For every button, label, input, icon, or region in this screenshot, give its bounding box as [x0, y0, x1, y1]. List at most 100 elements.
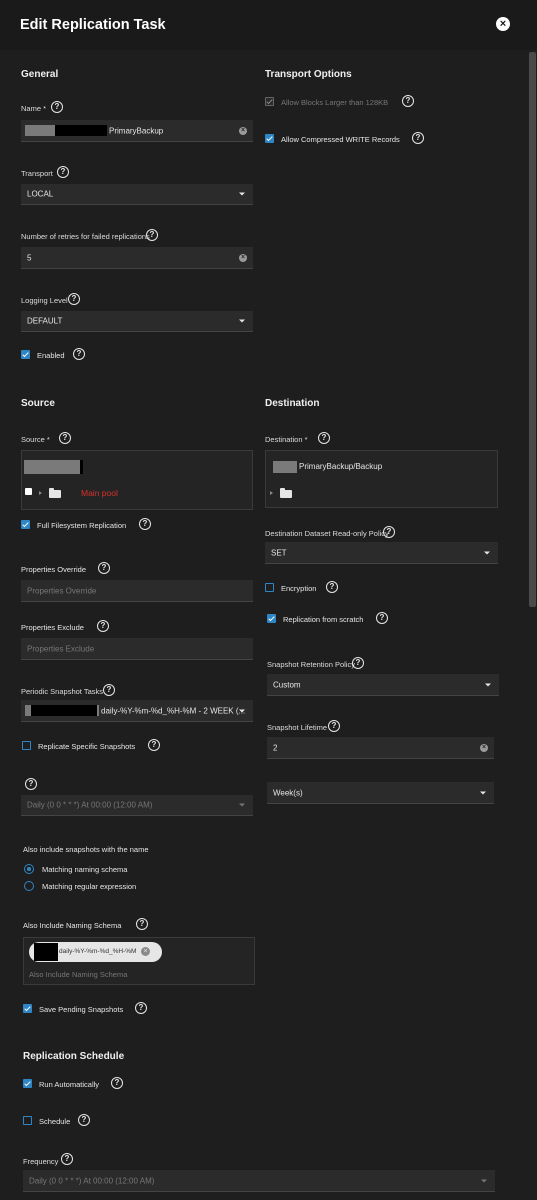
help-icon[interactable]: ?: [326, 581, 338, 593]
transport-options-heading: Transport Options: [265, 69, 352, 80]
chevron-down-icon: [481, 1179, 487, 1182]
save-pending-checkbox[interactable]: [23, 1004, 32, 1013]
run-auto-checkbox[interactable]: [23, 1079, 32, 1088]
replicate-specific-checkbox[interactable]: [22, 741, 31, 750]
close-icon[interactable]: ×: [496, 17, 510, 31]
destination-tree[interactable]: PrimaryBackup/Backup: [265, 450, 498, 508]
transport-select[interactable]: LOCAL: [21, 184, 253, 205]
lifetime-unit-select[interactable]: Week(s): [267, 782, 494, 804]
help-icon[interactable]: ?: [98, 562, 110, 574]
help-icon[interactable]: ?: [61, 1153, 73, 1165]
help-icon[interactable]: ?: [352, 657, 364, 669]
tree-checkbox[interactable]: [25, 488, 32, 495]
naming-schema-label: Also Include Naming Schema: [23, 921, 122, 930]
run-auto-label: Run Automatically: [39, 1080, 100, 1089]
readonly-select[interactable]: SET: [265, 542, 498, 564]
help-icon[interactable]: ?: [148, 739, 160, 751]
periodic-select[interactable]: daily-%Y-%m-%d_%H-%M - 2 WEEK (...: [21, 700, 253, 722]
retries-value: 5: [27, 253, 32, 262]
allow-compressed-checkbox[interactable]: [265, 134, 274, 143]
allow-compressed-label: Allow Compressed WRITE Records: [281, 135, 400, 144]
periodic-value: daily-%Y-%m-%d_%H-%M - 2 WEEK (...: [101, 706, 246, 715]
source-tree[interactable]: [21, 450, 253, 510]
help-icon[interactable]: ?: [59, 432, 71, 444]
destination-value[interactable]: PrimaryBackup/Backup: [299, 462, 382, 471]
radio-naming-schema[interactable]: [24, 864, 34, 874]
expand-icon[interactable]: [270, 491, 273, 495]
clear-icon[interactable]: ×: [239, 253, 247, 262]
help-icon[interactable]: ?: [146, 229, 158, 241]
enabled-checkbox[interactable]: [21, 350, 30, 359]
help-icon[interactable]: ?: [51, 101, 63, 113]
name-value: PrimaryBackup: [109, 126, 164, 135]
clear-icon[interactable]: ×: [239, 126, 247, 135]
schedule-label: Schedule: [39, 1117, 71, 1126]
allow-blocks-checkbox[interactable]: [265, 97, 274, 106]
help-icon[interactable]: ?: [57, 166, 69, 178]
also-include-label: Also include snapshots with the name: [23, 845, 149, 854]
clear-icon[interactable]: ×: [480, 743, 488, 752]
retention-value: Custom: [273, 680, 301, 689]
props-exclude-label: Properties Exclude: [21, 623, 84, 632]
from-scratch-label: Replication from scratch: [283, 615, 364, 624]
help-icon[interactable]: ?: [73, 348, 85, 360]
help-icon[interactable]: ?: [135, 1002, 147, 1014]
full-fs-checkbox[interactable]: [21, 520, 30, 529]
help-icon[interactable]: ?: [25, 778, 37, 790]
remove-chip-icon[interactable]: ×: [141, 947, 150, 956]
from-scratch-checkbox[interactable]: [267, 614, 276, 623]
props-override-input[interactable]: Properties Override: [21, 580, 253, 602]
help-icon[interactable]: ?: [68, 293, 80, 305]
encryption-checkbox[interactable]: [265, 583, 274, 592]
help-icon[interactable]: ?: [318, 432, 330, 444]
retention-select[interactable]: Custom: [267, 674, 499, 696]
chip-value: daily-%Y-%m-%d_%H-%M: [59, 948, 137, 955]
redacted-block: [34, 943, 58, 961]
frequency-select[interactable]: Daily (0 0 * * *) At 00:00 (12:00 AM): [23, 1170, 495, 1192]
help-icon[interactable]: ?: [412, 132, 424, 144]
scrollbar[interactable]: [529, 52, 536, 607]
chevron-down-icon: [484, 551, 490, 554]
chevron-down-icon: [239, 709, 245, 712]
help-icon[interactable]: ?: [402, 95, 414, 107]
schedule-select[interactable]: Daily (0 0 * * *) At 00:00 (12:00 AM): [21, 795, 253, 816]
radio-regex[interactable]: [24, 881, 34, 891]
save-pending-label: Save Pending Snapshots: [39, 1005, 124, 1014]
help-icon[interactable]: ?: [139, 518, 151, 530]
readonly-value: SET: [271, 548, 287, 557]
lifetime-input[interactable]: 2 ×: [267, 737, 494, 759]
folder-icon: [49, 488, 61, 498]
help-icon[interactable]: ?: [111, 1077, 123, 1089]
chevron-down-icon: [480, 791, 486, 794]
naming-chip[interactable]: daily-%Y-%m-%d_%H-%M ×: [29, 942, 162, 962]
help-icon[interactable]: ?: [103, 684, 115, 696]
chevron-down-icon: [239, 319, 245, 323]
tree-node-label[interactable]: Main pool: [81, 488, 118, 498]
props-override-label: Properties Override: [21, 565, 87, 574]
redacted-block: [273, 461, 297, 473]
enabled-label: Enabled: [37, 351, 65, 360]
naming-schema-placeholder: Also Include Naming Schema: [29, 970, 128, 979]
help-icon[interactable]: ?: [97, 620, 109, 632]
help-icon[interactable]: ?: [78, 1114, 90, 1126]
logging-label: Logging Level: [21, 296, 68, 305]
props-exclude-input[interactable]: Properties Exclude: [21, 638, 253, 660]
retries-input[interactable]: 5 ×: [21, 247, 253, 269]
redacted-block: [80, 460, 83, 474]
lifetime-label: Snapshot Lifetime: [267, 723, 328, 732]
props-override-placeholder: Properties Override: [27, 586, 97, 595]
chevron-down-icon: [239, 803, 245, 807]
expand-icon[interactable]: [39, 491, 42, 495]
folder-icon: [280, 488, 292, 498]
destination-heading: Destination: [265, 398, 320, 409]
lifetime-unit-value: Week(s): [273, 788, 303, 797]
props-exclude-placeholder: Properties Exclude: [27, 644, 95, 653]
replication-schedule-heading: Replication Schedule: [23, 1051, 125, 1062]
name-input[interactable]: PrimaryBackup ×: [21, 120, 253, 142]
help-icon[interactable]: ?: [328, 720, 340, 732]
help-icon[interactable]: ?: [376, 612, 388, 624]
schedule-checkbox[interactable]: [23, 1116, 32, 1125]
help-icon[interactable]: ?: [383, 526, 395, 538]
help-icon[interactable]: ?: [136, 918, 148, 930]
logging-select[interactable]: DEFAULT: [21, 311, 253, 332]
